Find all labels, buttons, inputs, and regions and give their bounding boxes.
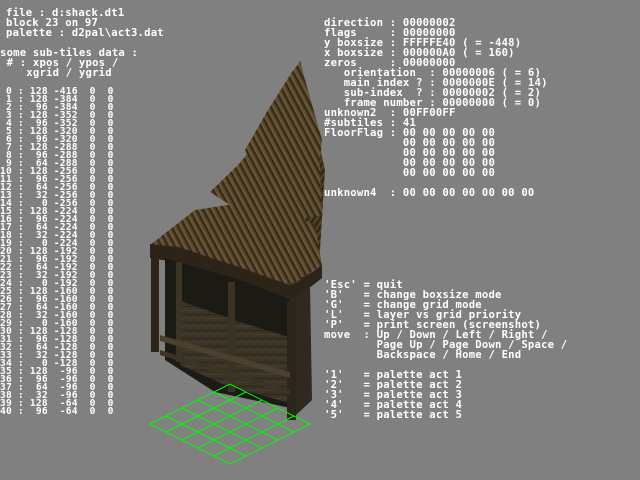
palette-label: palette : d2pal\act3.dat [6,27,164,39]
subtile-row: 40 : 96 -64 0 0 [0,406,114,417]
post-left [151,256,159,352]
help-move-3: Backspace / Home / End [324,349,522,361]
subtiles-col-header-2: xgrid / ygrid [0,67,112,79]
unknown4-field: unknown4 : 00 00 00 00 00 00 00 [324,187,535,199]
floorflag-row-5: 00 00 00 00 00 [324,167,496,179]
post-right [287,300,296,420]
help-act-5: '5' = palette act 5 [324,409,463,421]
